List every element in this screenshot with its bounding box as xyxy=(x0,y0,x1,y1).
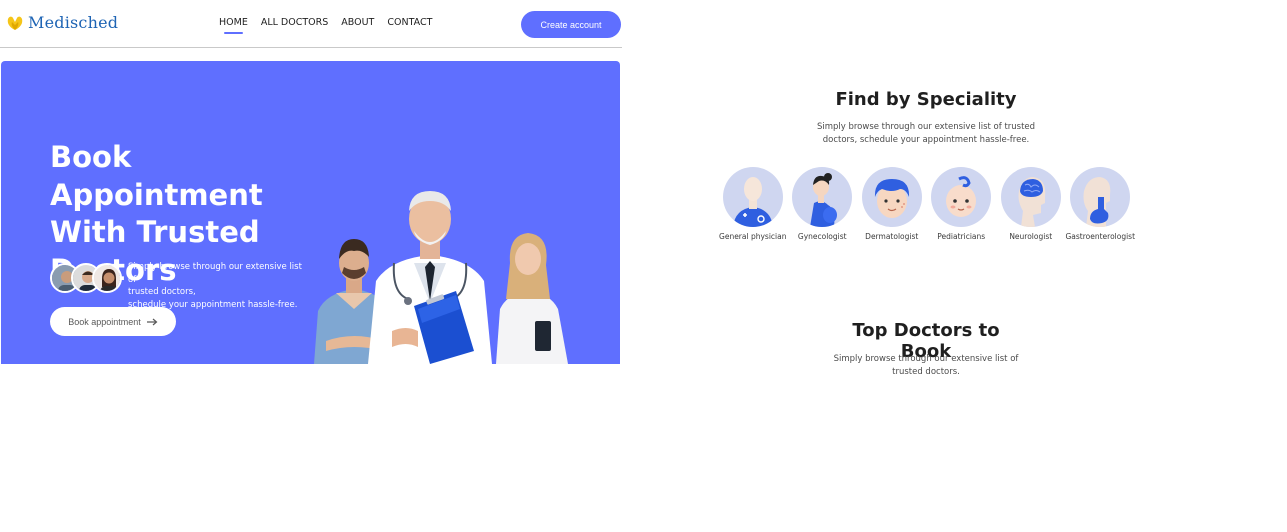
speciality-label: Dermatologist xyxy=(865,232,919,241)
speciality-label: Neurologist xyxy=(1009,232,1053,241)
hero-desc-line: trusted doctors, xyxy=(128,287,196,297)
top-doctors-desc-line: trusted doctors. xyxy=(892,366,960,377)
speciality-label: Pediatricians xyxy=(937,232,986,241)
pediatrician-icon xyxy=(931,167,992,227)
nav-home[interactable]: HOME xyxy=(219,17,248,34)
speciality-desc-line: doctors, schedule your appointment hassl… xyxy=(822,134,1030,145)
speciality-gynecologist[interactable]: Gynecologist xyxy=(788,167,858,241)
speciality-list: General physician Gynecologist Dermatolo… xyxy=(718,167,1135,241)
speciality-desc-line: Simply browse through our extensive list… xyxy=(816,122,1036,132)
speciality-general-physician[interactable]: General physician xyxy=(718,167,788,241)
arrow-right-icon xyxy=(146,318,158,325)
hero-banner: Book Appointment With Trusted Doctors Si… xyxy=(1,61,620,364)
hero-description: Simply browse through our extensive list… xyxy=(128,261,303,311)
navbar: Medisched HOME ALL DOCTORS ABOUT CONTACT… xyxy=(0,0,622,48)
speciality-label: Gynecologist xyxy=(797,232,847,241)
speciality-dermatologist[interactable]: Dermatologist xyxy=(857,167,927,241)
book-appointment-label: Book appointment xyxy=(68,316,141,327)
create-account-button[interactable]: Create account xyxy=(521,11,621,38)
speciality-description: Simply browse through our extensive list… xyxy=(816,121,1036,146)
page: Medisched HOME ALL DOCTORS ABOUT CONTACT… xyxy=(0,0,1287,532)
gastroenterologist-icon xyxy=(1070,167,1131,227)
logo-text: Medisched xyxy=(28,13,119,32)
main-nav: HOME ALL DOCTORS ABOUT CONTACT xyxy=(219,17,432,34)
speciality-label: General physician xyxy=(719,232,787,241)
nav-all-doctors[interactable]: ALL DOCTORS xyxy=(261,17,328,28)
logo[interactable]: Medisched xyxy=(6,13,118,32)
speciality-pediatricians[interactable]: Pediatricians xyxy=(927,167,997,241)
top-doctors-desc-line: Simply browse through our extensive list… xyxy=(833,354,1019,364)
general-physician-icon xyxy=(722,167,783,227)
hero-avatar-group xyxy=(50,263,122,293)
gynecologist-icon xyxy=(792,167,853,227)
speciality-neurologist[interactable]: Neurologist xyxy=(996,167,1066,241)
hero-doctors-image xyxy=(314,191,568,364)
logo-mark-icon xyxy=(7,16,23,30)
speciality-title: Find by Speciality xyxy=(835,89,1017,110)
speciality-gastroenterologist[interactable]: Gastroenterologist xyxy=(1065,167,1136,241)
nav-contact[interactable]: CONTACT xyxy=(387,17,432,28)
hero-desc-line: Simply browse through our extensive list… xyxy=(128,262,302,285)
neurologist-icon xyxy=(1000,167,1061,227)
book-appointment-button[interactable]: Book appointment xyxy=(50,307,176,336)
nav-about[interactable]: ABOUT xyxy=(341,17,374,28)
top-doctors-description: Simply browse through our extensive list… xyxy=(826,353,1026,378)
dermatologist-icon xyxy=(861,167,922,227)
avatar xyxy=(92,263,122,293)
speciality-label: Gastroenterologist xyxy=(1065,232,1136,241)
